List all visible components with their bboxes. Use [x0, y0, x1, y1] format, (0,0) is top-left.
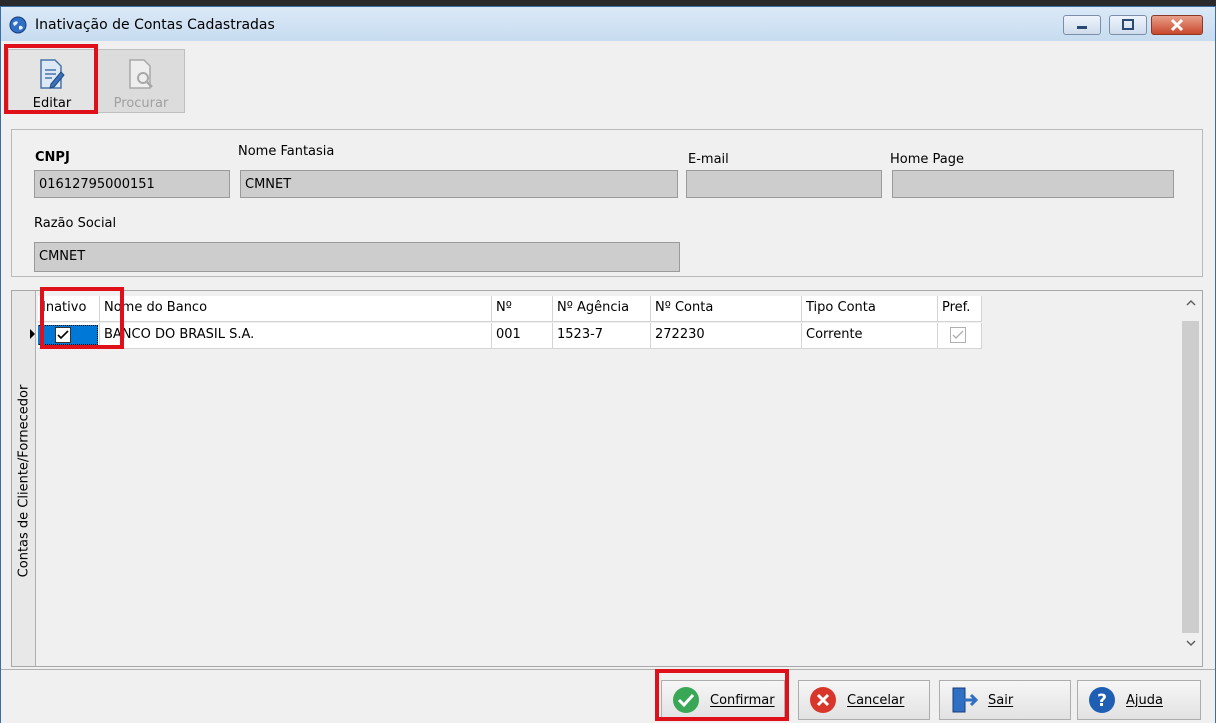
search-button[interactable]: Procurar [97, 49, 185, 113]
header-conta[interactable]: Nº Conta [651, 296, 802, 321]
exit-button[interactable]: Sair [939, 680, 1071, 720]
check-circle-icon [673, 687, 699, 713]
exit-door-icon [952, 687, 978, 713]
action-bar: Confirmar Cancelar Sair ? Ajuda [1, 669, 1215, 723]
help-circle-icon: ? [1089, 687, 1115, 713]
home-page-label: Home Page [890, 152, 964, 167]
accounts-grid[interactable]: Inativo Nome do Banco Nº Nº Agência Nº C… [30, 293, 1180, 664]
inativo-checkbox[interactable] [55, 327, 71, 343]
svg-text:?: ? [1097, 691, 1107, 711]
header-agencia[interactable]: Nº Agência [553, 296, 651, 321]
side-tab-label: Contas de Cliente/Fornecedor [16, 384, 32, 578]
cancel-button[interactable]: Cancelar [798, 680, 930, 720]
inativo-cell[interactable] [38, 323, 100, 348]
minimize-icon [1077, 26, 1087, 29]
cancel-button-label: Cancelar [847, 692, 905, 708]
scroll-up-icon[interactable] [1180, 297, 1201, 319]
minimize-button[interactable] [1063, 15, 1101, 35]
close-button[interactable] [1151, 15, 1203, 35]
pref-cell[interactable] [938, 323, 982, 348]
scrollbar-thumb[interactable] [1182, 321, 1199, 633]
search-document-icon [129, 59, 153, 89]
maximize-button[interactable] [1109, 15, 1147, 35]
razao-social-field[interactable]: CMNET [34, 242, 680, 272]
nome-fantasia-field[interactable]: CMNET [240, 170, 678, 198]
email-label: E-mail [688, 152, 729, 167]
maximize-icon [1122, 19, 1134, 30]
title-bar: Inativação de Contas Cadastradas [1, 7, 1215, 41]
banco-cell[interactable]: BANCO DO BRASIL S.A. [100, 323, 492, 348]
pref-checkbox[interactable] [950, 327, 966, 343]
header-pref[interactable]: Pref. [938, 296, 982, 321]
header-numero[interactable]: Nº [492, 296, 553, 321]
checkmark-icon [57, 330, 69, 340]
confirm-button-label: Confirmar [710, 692, 775, 708]
vertical-scrollbar[interactable] [1180, 293, 1201, 664]
tipo-conta-cell[interactable]: Corrente [802, 323, 938, 348]
window-title: Inativação de Contas Cadastradas [35, 17, 275, 33]
header-tipo-conta[interactable]: Tipo Conta [802, 296, 938, 321]
header-nome-banco[interactable]: Nome do Banco [100, 296, 492, 321]
accounts-grid-area: Contas de Cliente/Fornecedor Inativo Nom… [11, 290, 1203, 667]
edit-button-label: Editar [32, 96, 72, 111]
edit-document-icon [40, 59, 65, 89]
inativo-selection [38, 325, 98, 345]
email-field[interactable] [686, 170, 882, 198]
home-page-field[interactable] [892, 170, 1174, 198]
account-info-panel: CNPJ 01612795000151 Nome Fantasia CMNET … [11, 129, 1203, 277]
cancel-circle-icon [810, 687, 836, 713]
conta-cell[interactable]: 272230 [651, 323, 802, 348]
edit-button[interactable]: Editar [8, 49, 96, 113]
close-icon [1170, 18, 1184, 32]
checkmark-disabled-icon [952, 330, 964, 339]
header-inativo[interactable]: Inativo [38, 296, 100, 321]
numero-cell[interactable]: 001 [492, 323, 553, 348]
help-button[interactable]: ? Ajuda [1077, 680, 1201, 720]
help-button-label: Ajuda [1126, 692, 1163, 708]
globe-icon [9, 16, 27, 34]
razao-social-label: Razão Social [34, 216, 117, 231]
side-tab[interactable]: Contas de Cliente/Fornecedor [12, 291, 36, 666]
cnpj-field[interactable]: 01612795000151 [34, 170, 230, 198]
scroll-down-icon[interactable] [1180, 637, 1201, 659]
table-row[interactable]: BANCO DO BRASIL S.A. 001 1523-7 272230 C… [38, 323, 982, 349]
exit-button-label: Sair [988, 692, 1014, 708]
nome-fantasia-label: Nome Fantasia [238, 144, 335, 159]
main-window: Inativação de Contas Cadastradas Editar … [0, 6, 1216, 723]
agencia-cell[interactable]: 1523-7 [553, 323, 651, 348]
confirm-button[interactable]: Confirmar [661, 680, 785, 720]
cnpj-label: CNPJ [35, 150, 70, 165]
current-row-indicator-icon [30, 329, 35, 339]
search-button-label: Procurar [113, 96, 169, 111]
grid-header: Inativo Nome do Banco Nº Nº Agência Nº C… [38, 296, 982, 322]
